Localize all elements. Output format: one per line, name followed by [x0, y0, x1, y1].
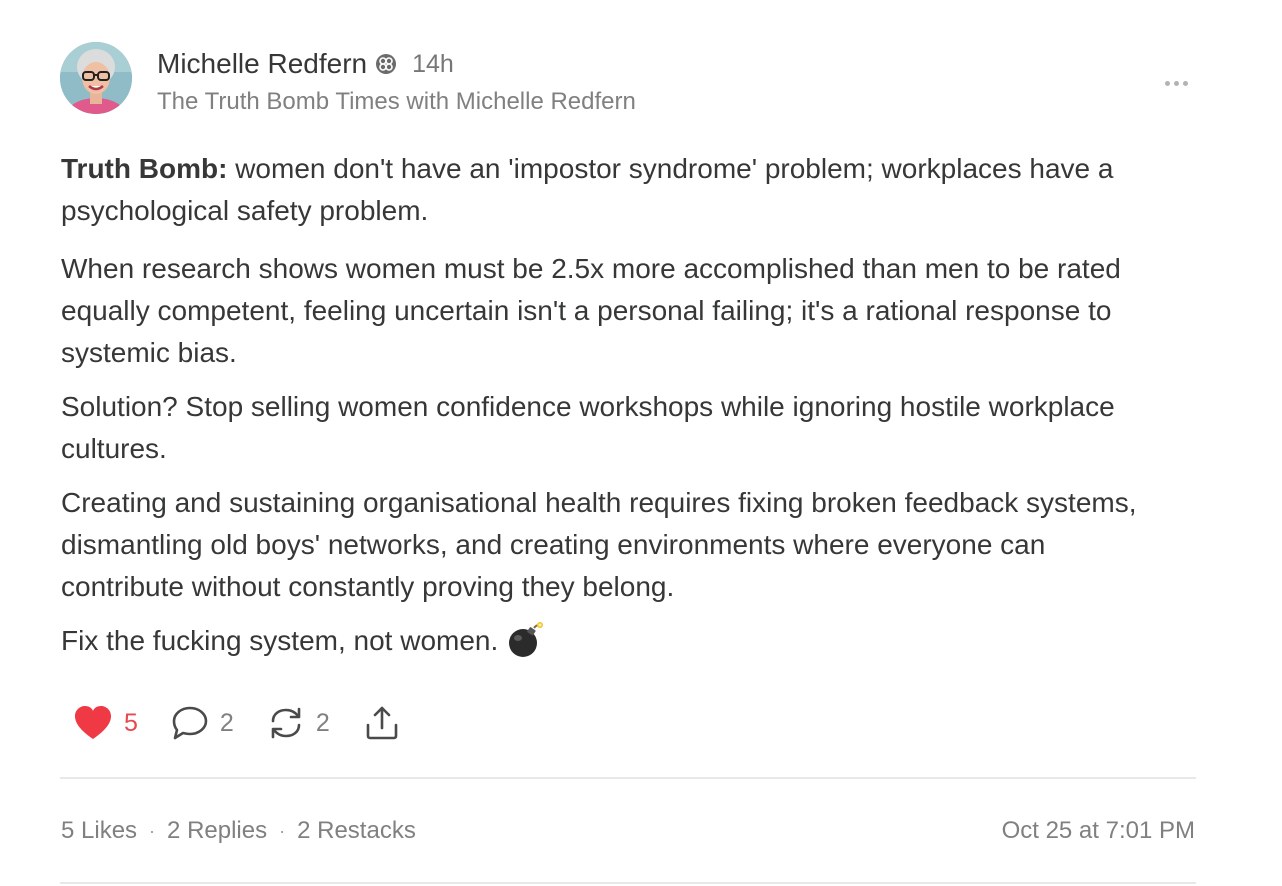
publication-name[interactable]: The Truth Bomb Times with Michelle Redfe… [157, 88, 636, 116]
bomb-icon [506, 621, 544, 659]
like-button[interactable]: 5 [74, 706, 138, 740]
post-paragraph: Creating and sustaining organisational h… [61, 487, 1137, 602]
restack-button[interactable]: 2 [268, 706, 330, 740]
stat-separator: · [149, 820, 156, 841]
post-closing-text: Fix the fucking system, not women. [61, 625, 499, 656]
divider [60, 777, 1196, 779]
verified-badge-icon [375, 53, 397, 75]
replies-stat-link[interactable]: 2 Replies [167, 817, 267, 845]
post-stats: 5 Likes · 2 Replies · 2 Restacks [61, 817, 416, 845]
post-paragraph: Truth Bomb: women don't have an 'imposto… [61, 148, 1171, 232]
more-dots-icon [1164, 80, 1170, 86]
post-date: Oct 25 at 7:01 PM [1001, 817, 1195, 844]
share-icon [364, 705, 400, 741]
comment-icon [172, 706, 208, 740]
post-actions: 5 2 2 [74, 703, 434, 743]
likes-stat-link[interactable]: 5 Likes [61, 817, 137, 845]
restack-icon [268, 706, 304, 740]
more-options-button[interactable] [1158, 70, 1194, 96]
share-button[interactable] [364, 705, 400, 741]
restacks-stat-link[interactable]: 2 Restacks [297, 817, 416, 845]
post-paragraph: Solution? Stop selling women confidence … [61, 391, 1115, 464]
heart-icon [74, 706, 112, 740]
post-lead-bold: Truth Bomb: [61, 153, 228, 184]
avatar[interactable] [60, 42, 132, 114]
post-paragraph-last: Fix the fucking system, not women. [61, 620, 1171, 662]
comment-button[interactable]: 2 [172, 706, 234, 740]
post-paragraph: When research shows women must be 2.5x m… [61, 253, 1121, 368]
more-dot [1182, 80, 1188, 86]
author-name[interactable]: Michelle Redfern [157, 48, 367, 80]
more-dot [1173, 80, 1179, 86]
note-post: Michelle Redfern 14h The Truth Bomb Time… [0, 0, 1282, 886]
post-body: Truth Bomb: women don't have an 'imposto… [61, 148, 1171, 674]
author-line: Michelle Redfern 14h [157, 46, 454, 82]
avatar-photo [60, 42, 132, 114]
stat-separator: · [279, 820, 286, 841]
like-count: 5 [124, 708, 138, 737]
restack-count: 2 [315, 708, 330, 737]
divider [60, 882, 1196, 884]
reply-count: 2 [219, 708, 234, 737]
post-time-ago[interactable]: 14h [412, 50, 454, 79]
